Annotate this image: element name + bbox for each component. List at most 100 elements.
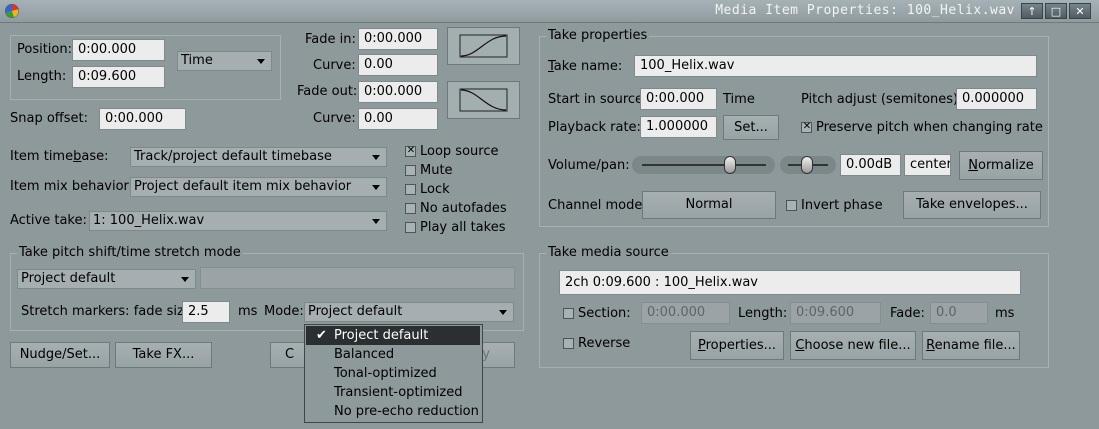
take-fx-button[interactable]: Take FX... bbox=[115, 342, 212, 368]
hidden-left-button-label: C bbox=[285, 347, 295, 362]
section-length-label: Length: bbox=[738, 306, 788, 321]
mute-label: Mute bbox=[420, 163, 453, 178]
invert-phase-label: Invert phase bbox=[801, 198, 883, 213]
active-take-label: Active take: bbox=[10, 213, 87, 228]
normalize-button[interactable]: Normalize bbox=[959, 151, 1043, 180]
pan-value-field[interactable]: center bbox=[904, 154, 951, 176]
position-label: Position: bbox=[17, 42, 72, 57]
take-envelopes-button[interactable]: Take envelopes... bbox=[903, 191, 1041, 219]
loop-source-label: Loop source bbox=[420, 144, 499, 159]
volume-slider-line bbox=[642, 164, 766, 166]
mix-behavior-label: Item mix behavior: bbox=[10, 179, 134, 194]
rename-file-button[interactable]: Rename file... bbox=[922, 331, 1020, 360]
restore-button[interactable]: □ bbox=[1045, 3, 1067, 19]
channel-mode-label: Channel mode: bbox=[548, 198, 647, 213]
no-autofades-checkbox[interactable]: No autofades bbox=[405, 201, 507, 217]
pitch-group-title: Take pitch shift/time stretch mode bbox=[17, 245, 243, 260]
mode-label: Mode: bbox=[264, 304, 304, 319]
take-name-field[interactable]: 100_Helix.wav bbox=[634, 55, 1037, 77]
take-name-label: Take name: bbox=[548, 59, 623, 74]
position-field[interactable]: 0:00.000 bbox=[72, 39, 165, 61]
mute-box[interactable] bbox=[405, 165, 416, 176]
lock-checkbox[interactable]: Lock bbox=[405, 182, 505, 198]
section-box[interactable] bbox=[563, 308, 574, 319]
fade-out-shape-button[interactable] bbox=[447, 81, 520, 119]
stretch-markers-label: Stretch markers: fade size: bbox=[21, 304, 197, 319]
source-properties-button[interactable]: Properties... bbox=[690, 331, 784, 360]
loop-source-checkbox[interactable]: Loop source bbox=[405, 144, 505, 160]
close-button[interactable]: ✕ bbox=[1069, 3, 1091, 19]
timebase-select[interactable]: Track/project default timebase bbox=[130, 147, 387, 167]
invert-phase-box[interactable] bbox=[786, 200, 797, 211]
section-label: Section: bbox=[578, 306, 631, 321]
mode-dropdown-menu[interactable]: ✔ Project default Balanced Tonal-optimiz… bbox=[304, 324, 483, 423]
volume-value-field[interactable]: 0.00dB bbox=[840, 154, 901, 176]
stretch-mode-select[interactable]: Project default bbox=[304, 302, 514, 322]
play-all-takes-box[interactable] bbox=[405, 222, 416, 233]
preserve-pitch-checkbox[interactable]: Preserve pitch when changing rate bbox=[801, 120, 1043, 136]
fade-in-field[interactable]: 0:00.000 bbox=[358, 28, 438, 50]
snap-offset-field[interactable]: 0:00.000 bbox=[99, 108, 186, 130]
fade-out-field[interactable]: 0:00.000 bbox=[358, 81, 438, 103]
mix-behavior-select[interactable]: Project default item mix behavior bbox=[130, 177, 387, 197]
pitch-submode-select[interactable] bbox=[200, 267, 515, 289]
volume-slider-thumb[interactable] bbox=[724, 156, 736, 174]
fade-out-label: Fade out: bbox=[297, 84, 358, 99]
active-take-select[interactable]: 1: 100_Helix.wav bbox=[89, 211, 387, 231]
choose-new-file-button[interactable]: Choose new file... bbox=[790, 331, 916, 360]
reverse-box[interactable] bbox=[563, 338, 574, 349]
play-all-takes-label: Play all takes bbox=[420, 220, 506, 235]
source-info-field: 2ch 0:09.600 : 100_Helix.wav bbox=[559, 270, 1021, 295]
loop-source-box[interactable] bbox=[405, 144, 416, 158]
media-source-title: Take media source bbox=[546, 245, 671, 260]
pitch-adjust-field[interactable]: 0.000000 bbox=[956, 88, 1037, 110]
preserve-pitch-box[interactable] bbox=[801, 120, 812, 134]
no-autofades-box[interactable] bbox=[405, 203, 416, 214]
dropdown-option-transient[interactable]: Transient-optimized bbox=[306, 383, 480, 402]
lock-label: Lock bbox=[420, 182, 450, 197]
channel-mode-button[interactable]: Normal bbox=[642, 191, 776, 219]
nudge-set-button[interactable]: Nudge/Set... bbox=[10, 342, 110, 368]
window-title: Media Item Properties: 100_Helix.wav bbox=[715, 3, 1015, 18]
start-in-source-field[interactable]: 0:00.000 bbox=[640, 88, 717, 110]
dropdown-option-project-default[interactable]: ✔ Project default bbox=[306, 326, 480, 345]
length-field[interactable]: 0:09.600 bbox=[72, 66, 165, 88]
mute-checkbox[interactable]: Mute bbox=[405, 163, 505, 179]
section-length-field[interactable]: 0:09.600 bbox=[790, 302, 881, 324]
dropdown-option-balanced[interactable]: Balanced bbox=[306, 345, 480, 364]
section-start-field[interactable]: 0:00.000 bbox=[641, 302, 730, 324]
reverse-checkbox[interactable]: Reverse bbox=[563, 336, 633, 352]
time-format-select[interactable]: Time bbox=[177, 51, 272, 71]
start-unit-label: Time bbox=[723, 92, 755, 107]
lock-box[interactable] bbox=[405, 184, 416, 195]
stretch-fade-field[interactable]: 2.5 bbox=[182, 301, 230, 323]
start-in-source-label: Start in source: bbox=[548, 92, 648, 107]
maximize-up-button[interactable]: ↑ bbox=[1021, 3, 1043, 19]
fade-in-curve-field[interactable]: 0.00 bbox=[358, 54, 438, 76]
playback-rate-label: Playback rate: bbox=[548, 120, 641, 135]
section-fade-label: Fade: bbox=[890, 306, 925, 321]
dropdown-option-tonal[interactable]: Tonal-optimized bbox=[306, 364, 480, 383]
stretch-ms-label: ms bbox=[238, 304, 258, 319]
take-properties-title: Take properties bbox=[546, 28, 650, 43]
dropdown-option-no-pre-echo[interactable]: No pre-echo reduction bbox=[306, 402, 480, 421]
app-logo-icon[interactable] bbox=[5, 4, 19, 18]
hidden-right-button-label: y bbox=[482, 347, 490, 362]
pitch-adjust-label: Pitch adjust (semitones): bbox=[801, 92, 963, 107]
fade-out-curve-field[interactable]: 0.00 bbox=[358, 108, 438, 130]
rate-set-button[interactable]: Set... bbox=[723, 115, 779, 140]
dropdown-option-label: Project default bbox=[334, 328, 429, 343]
play-all-takes-checkbox[interactable]: Play all takes bbox=[405, 220, 505, 236]
section-fade-field[interactable]: 0.0 bbox=[930, 302, 988, 324]
no-autofades-label: No autofades bbox=[420, 201, 507, 216]
section-fade-ms-label: ms bbox=[995, 306, 1015, 321]
section-checkbox[interactable]: Section: bbox=[563, 306, 633, 322]
fade-in-shape-button[interactable] bbox=[447, 27, 520, 65]
volume-pan-label: Volume/pan: bbox=[548, 158, 630, 173]
playback-rate-field[interactable]: 1.000000 bbox=[640, 116, 717, 138]
pan-slider-thumb[interactable] bbox=[801, 156, 813, 174]
fade-in-label: Fade in: bbox=[305, 32, 356, 47]
invert-phase-checkbox[interactable]: Invert phase bbox=[786, 198, 886, 214]
pitch-mode-select[interactable]: Project default bbox=[17, 269, 196, 289]
checkmark-icon: ✔ bbox=[316, 328, 327, 343]
